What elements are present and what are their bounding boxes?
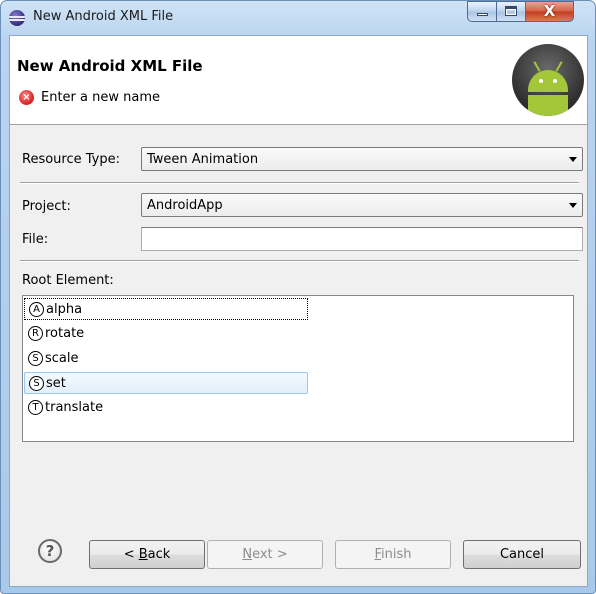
android-logo-icon (512, 44, 584, 116)
project-value: AndroidApp (147, 198, 223, 213)
minimize-button[interactable] (467, 1, 497, 22)
dropdown-arrow-icon (569, 203, 577, 208)
next-button[interactable]: Next > (207, 540, 323, 569)
title-bar[interactable]: New Android XML File X (1, 1, 595, 35)
window-title: New Android XML File (33, 9, 174, 24)
minimize-icon (477, 13, 488, 16)
dropdown-arrow-icon (569, 157, 577, 162)
project-label: Project: (22, 199, 71, 214)
maximize-button[interactable] (496, 1, 526, 22)
dialog-content: New Android XML File × Enter a new name … (9, 35, 588, 587)
help-icon[interactable]: ? (38, 539, 62, 563)
resource-type-label: Resource Type: (22, 152, 120, 167)
cancel-button[interactable]: Cancel (463, 540, 581, 569)
list-item-label: alpha (46, 302, 83, 317)
eclipse-app-icon (9, 10, 25, 26)
finish-button[interactable]: Finish (335, 540, 451, 569)
tag-icon-a: A (29, 302, 44, 317)
list-item-label: scale (45, 351, 79, 366)
list-item-translate[interactable]: T translate (24, 397, 308, 419)
list-item-scale[interactable]: S scale (24, 348, 308, 370)
maximize-icon (505, 6, 517, 16)
error-icon: × (19, 90, 34, 105)
root-element-list[interactable]: A alpha R rotate S scale S set T transla… (22, 295, 574, 442)
wizard-message: Enter a new name (41, 90, 160, 105)
list-item-set[interactable]: S set (24, 372, 308, 394)
back-button[interactable]: < Back (89, 540, 205, 569)
list-item-alpha[interactable]: A alpha (24, 298, 308, 320)
separator (20, 260, 579, 262)
file-label: File: (22, 232, 49, 247)
separator (20, 182, 579, 184)
tag-icon-t: T (28, 400, 43, 415)
wizard-title: New Android XML File (17, 57, 203, 75)
resource-type-value: Tween Animation (147, 152, 259, 167)
tag-icon-s: S (29, 376, 44, 391)
resource-type-dropdown[interactable]: Tween Animation (141, 147, 583, 171)
wizard-header: New Android XML File × Enter a new name (10, 36, 587, 125)
list-item-label: translate (45, 400, 104, 415)
tag-icon-s: S (28, 351, 43, 366)
list-item-label: rotate (45, 326, 85, 341)
tag-icon-r: R (28, 326, 43, 341)
list-item-label: set (46, 376, 66, 391)
dialog-window: New Android XML File X New Android XML F… (0, 0, 596, 594)
file-name-input[interactable] (141, 227, 583, 251)
close-button[interactable]: X (525, 1, 574, 22)
project-dropdown[interactable]: AndroidApp (141, 193, 583, 217)
close-icon: X (543, 2, 556, 20)
root-element-label: Root Element: (22, 273, 114, 288)
list-item-rotate[interactable]: R rotate (24, 323, 308, 345)
